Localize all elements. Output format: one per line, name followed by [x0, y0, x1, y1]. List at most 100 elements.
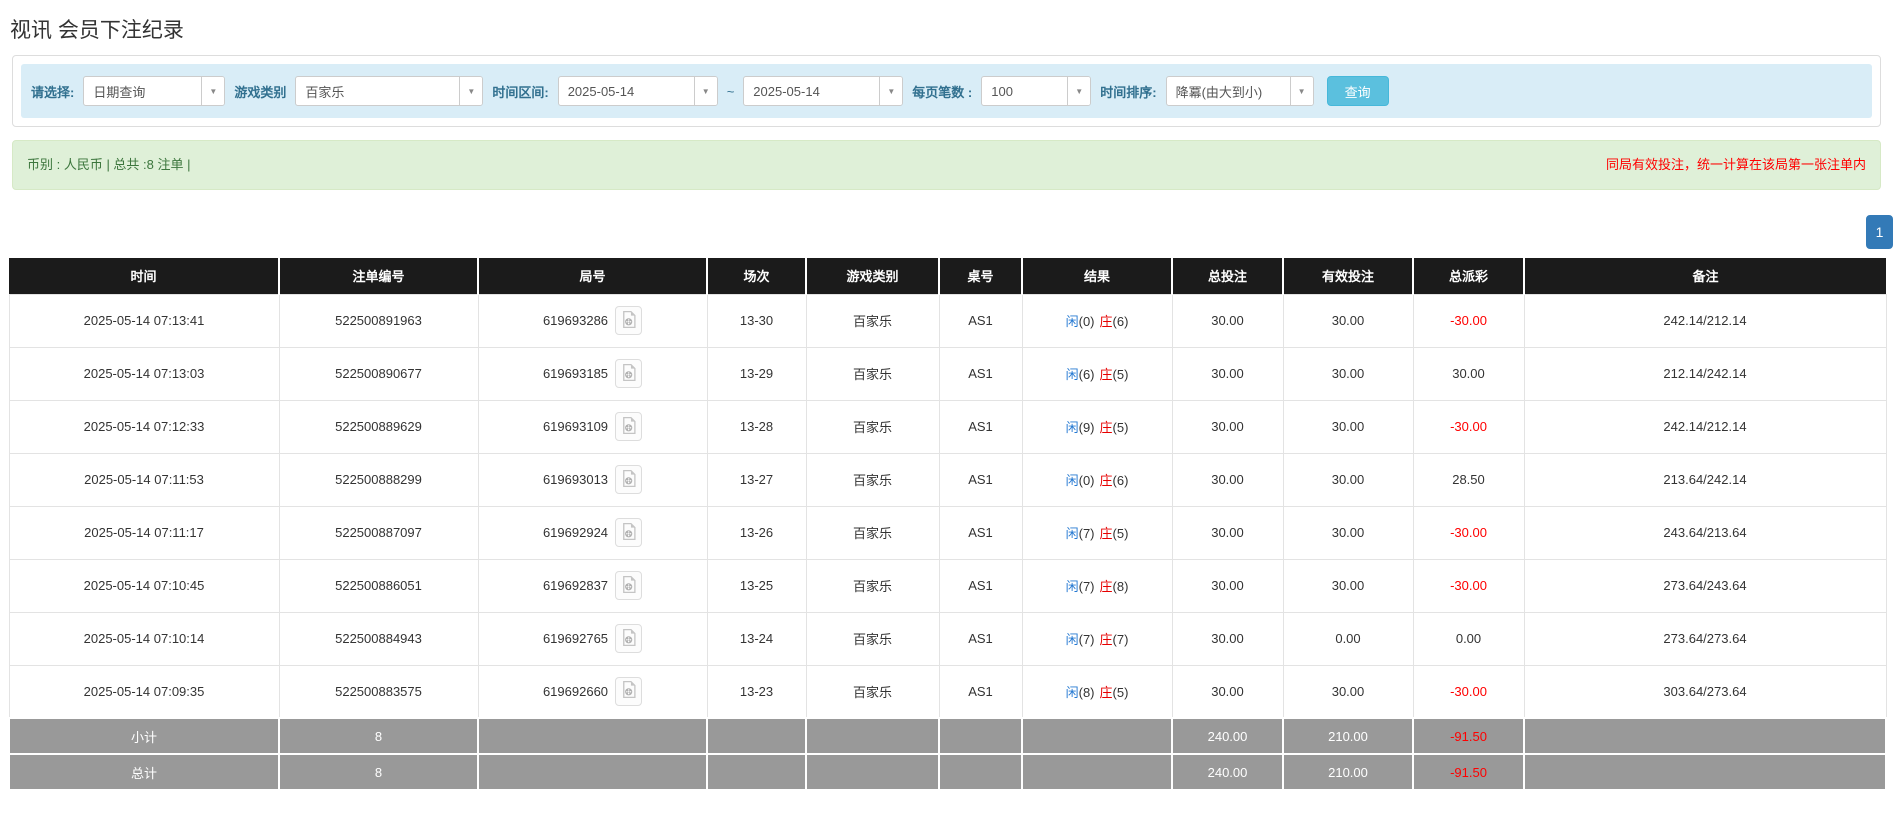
chevron-down-icon[interactable]: ▼	[879, 77, 903, 105]
table-row: 2025-05-14 07:09:35 522500883575 6196926…	[8, 664, 1887, 719]
banker-result-score: (8)	[1112, 579, 1129, 594]
cell-remark: 273.64/243.64	[1523, 558, 1887, 613]
cell-table-no: AS1	[938, 505, 1023, 560]
banker-result-label: 庄	[1099, 367, 1113, 382]
chevron-down-icon[interactable]: ▼	[693, 77, 717, 105]
cell-payout: -30.00	[1412, 505, 1525, 560]
cell-total-bet[interactable]: 30.00	[1171, 399, 1284, 454]
cell-bet-id: 522500883575	[278, 664, 479, 719]
banker-result-label: 庄	[1099, 420, 1113, 435]
page-size-select[interactable]: 100 ▼	[981, 76, 1092, 106]
date-to-select[interactable]: 2025-05-14 ▼	[743, 76, 904, 106]
cell-table-no: AS1	[938, 346, 1023, 401]
cell-bet-id: 522500891963	[278, 293, 479, 348]
cell-game-type: 百家乐	[805, 293, 940, 348]
cell-result: 闲(9) 庄(5)	[1021, 399, 1173, 454]
cell-time: 2025-05-14 07:10:14	[8, 611, 280, 666]
cell-result: 闲(0) 庄(6)	[1021, 293, 1173, 348]
cell-payout: -30.00	[1412, 664, 1525, 719]
cell-round-id: 619693185	[477, 346, 708, 401]
cell-time: 2025-05-14 07:13:03	[8, 346, 280, 401]
grand-total-label: 总计	[8, 753, 280, 791]
player-result-label: 闲	[1065, 526, 1079, 541]
video-replay-button[interactable]	[615, 306, 643, 335]
player-result-score: (6)	[1078, 367, 1095, 382]
video-file-icon	[621, 575, 637, 596]
cell-time: 2025-05-14 07:11:17	[8, 505, 280, 560]
cell-total-bet[interactable]: 30.00	[1171, 346, 1284, 401]
cell-table-no: AS1	[938, 452, 1023, 507]
video-replay-button[interactable]	[615, 518, 643, 547]
search-button[interactable]: 查询	[1326, 76, 1389, 106]
cell-game-type: 百家乐	[805, 505, 940, 560]
cell-total-bet[interactable]: 30.00	[1171, 664, 1284, 719]
video-file-icon	[621, 310, 637, 331]
player-result-score: (7)	[1078, 526, 1095, 541]
sort-select[interactable]: 降冪(由大到小) ▼	[1165, 76, 1314, 106]
grand-total-row: 总计 8 240.00 210.00 -91.50	[8, 753, 1887, 791]
col-time: 时间	[9, 258, 279, 294]
player-result-label: 闲	[1065, 684, 1079, 700]
cell-total-bet[interactable]: 30.00	[1171, 611, 1284, 666]
table-row: 2025-05-14 07:11:17 522500887097 6196929…	[8, 505, 1887, 560]
cell-remark: 303.64/273.64	[1523, 664, 1887, 719]
col-bet-id: 注单编号	[278, 258, 478, 294]
cell-game-type: 百家乐	[805, 399, 940, 454]
player-result-score: (8)	[1078, 684, 1095, 700]
cell-payout: -30.00	[1412, 293, 1525, 348]
sort-value: 降冪(由大到小)	[1175, 84, 1263, 100]
grand-total-payout: -91.50	[1412, 753, 1525, 791]
cell-valid-bet: 30.00	[1282, 452, 1414, 507]
game-type-select[interactable]: 百家乐 ▼	[295, 76, 484, 106]
round-id-value: 619693013	[542, 472, 609, 487]
cell-total-bet[interactable]: 30.00	[1171, 505, 1284, 560]
cell-round-id: 619693286	[477, 293, 708, 348]
col-result: 结果	[1021, 258, 1172, 294]
cell-time: 2025-05-14 07:13:41	[8, 293, 280, 348]
chevron-down-icon[interactable]: ▼	[201, 77, 225, 105]
time-range-label: 时间区间:	[492, 84, 549, 100]
video-replay-button[interactable]	[615, 359, 643, 388]
cell-time: 2025-05-14 07:12:33	[8, 399, 280, 454]
query-type-select[interactable]: 日期查询 ▼	[83, 76, 226, 106]
col-game-type: 游戏类别	[805, 258, 939, 294]
col-remark: 备注	[1523, 258, 1886, 294]
game-type-label: 游戏类别	[234, 84, 287, 100]
chevron-down-icon[interactable]: ▼	[1289, 77, 1313, 105]
chevron-down-icon[interactable]: ▼	[459, 77, 483, 105]
cell-remark: 212.14/242.14	[1523, 346, 1887, 401]
cell-game-type: 百家乐	[805, 664, 940, 719]
video-replay-button[interactable]	[615, 412, 643, 441]
cell-time: 2025-05-14 07:11:53	[8, 452, 280, 507]
date-from-select[interactable]: 2025-05-14 ▼	[557, 76, 718, 106]
cell-payout: 30.00	[1412, 346, 1525, 401]
cell-valid-bet: 30.00	[1282, 346, 1414, 401]
chevron-down-icon[interactable]: ▼	[1067, 77, 1091, 105]
video-file-icon	[621, 416, 637, 437]
banker-result-label: 庄	[1099, 473, 1113, 488]
video-replay-button[interactable]	[615, 676, 643, 706]
cell-total-bet[interactable]: 30.00	[1171, 452, 1284, 507]
table-row: 2025-05-14 07:13:03 522500890677 6196931…	[8, 346, 1887, 401]
table-row: 2025-05-14 07:10:45 522500886051 6196928…	[8, 558, 1887, 613]
cell-result: 闲(7) 庄(5)	[1021, 505, 1173, 560]
round-id-value: 619692924	[542, 525, 609, 540]
sort-label: 时间排序:	[1100, 84, 1157, 100]
cell-remark: 213.64/242.14	[1523, 452, 1887, 507]
subtotal-label: 小计	[8, 717, 280, 755]
pagination: 1	[0, 215, 1893, 249]
round-id-value: 619692837	[542, 578, 609, 593]
cell-session: 13-23	[706, 664, 807, 719]
cell-payout: -30.00	[1412, 558, 1525, 613]
page-1-button[interactable]: 1	[1866, 215, 1893, 249]
cell-total-bet[interactable]: 30.00	[1171, 558, 1284, 613]
video-replay-button[interactable]	[615, 624, 643, 653]
summary-bar: 币别 : 人民币 | 总共 :8 注单 | 同局有效投注，统一计算在该局第一张注…	[12, 140, 1881, 190]
video-replay-button[interactable]	[615, 571, 643, 600]
video-file-icon	[621, 363, 637, 384]
cell-result: 闲(0) 庄(6)	[1021, 452, 1173, 507]
video-replay-button[interactable]	[615, 465, 643, 494]
cell-time: 2025-05-14 07:10:45	[8, 558, 280, 613]
cell-remark: 242.14/212.14	[1523, 399, 1887, 454]
cell-total-bet[interactable]: 30.00	[1171, 293, 1284, 348]
